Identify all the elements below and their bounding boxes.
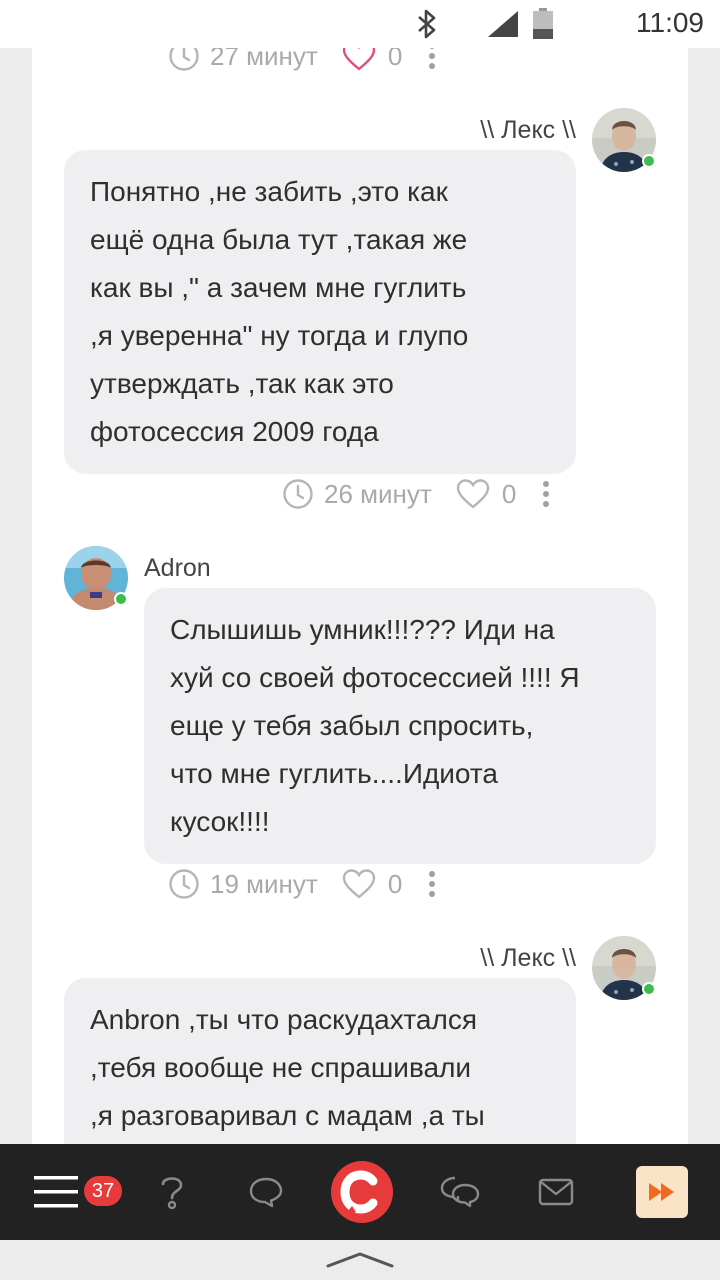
comment-text-line: утверждать ,так как это bbox=[90, 368, 394, 399]
online-indicator bbox=[642, 154, 656, 168]
comment-meta: 26 минут 0 bbox=[282, 474, 550, 514]
chat-icon[interactable] bbox=[244, 1172, 288, 1212]
clock-icon bbox=[168, 868, 200, 900]
app-logo[interactable] bbox=[330, 1160, 394, 1224]
comment-text-line: как вы ," а зачем мне гуглить bbox=[90, 272, 467, 303]
comment-text-line: хуй со своей фотосессией !!!! Я bbox=[170, 662, 580, 693]
bottom-sheet-handle[interactable] bbox=[0, 1240, 720, 1280]
comment-text-line: Anbron ,ты что раскудахтался bbox=[90, 1004, 477, 1035]
help-icon[interactable] bbox=[152, 1172, 192, 1212]
menu-icon[interactable] bbox=[32, 1170, 80, 1214]
status-bar: 11:09 bbox=[0, 0, 720, 48]
comment-text-line: ,я уверенна" ну тогда и глупо bbox=[90, 320, 469, 351]
comment-text-line: фотосессия 2009 года bbox=[90, 416, 379, 447]
online-indicator bbox=[642, 982, 656, 996]
signal-icon bbox=[486, 10, 520, 42]
clock-icon bbox=[282, 478, 314, 510]
avatar[interactable] bbox=[592, 108, 656, 172]
online-indicator bbox=[114, 592, 128, 606]
comment-time: 26 минут bbox=[324, 478, 432, 509]
comment-text-line: что мне гуглить....Идиота bbox=[170, 758, 498, 789]
comment-time: 19 минут bbox=[210, 868, 318, 899]
comment-text-line: ещё одна была тут ,такая же bbox=[90, 224, 468, 255]
mail-icon[interactable] bbox=[534, 1174, 578, 1210]
comment-bubble: Слышишь умник!!!??? Иди на хуй со своей … bbox=[144, 588, 656, 864]
heart-icon[interactable] bbox=[456, 479, 490, 509]
comment-author[interactable]: \\ Лекс \\ bbox=[480, 116, 576, 145]
comment-text-line: еще у тебя забыл спросить, bbox=[170, 710, 534, 741]
bluetooth-icon bbox=[414, 8, 440, 44]
messages-icon[interactable] bbox=[436, 1172, 484, 1212]
clock: 11:09 bbox=[636, 7, 704, 38]
comment-author[interactable]: \\ Лекс \\ bbox=[480, 944, 576, 973]
chevron-up-icon[interactable] bbox=[324, 1250, 396, 1270]
heart-icon[interactable] bbox=[342, 869, 376, 899]
fast-forward-icon[interactable] bbox=[636, 1166, 688, 1218]
comment-text-line: ,тебя вообще не спрашивали bbox=[90, 1052, 472, 1083]
comments-feed[interactable]: 27 минут 0 \\ Лекс \\ Понятно ,не забить… bbox=[32, 0, 688, 1280]
more-options-icon[interactable] bbox=[542, 480, 550, 508]
like-count: 0 bbox=[387, 868, 403, 899]
comment-text-line: кусок!!!! bbox=[170, 806, 270, 837]
comment-bubble: Понятно ,не забить ,это как ещё одна был… bbox=[64, 150, 576, 474]
avatar[interactable] bbox=[592, 936, 656, 1000]
comment-text-line: ,я разговаривал с мадам ,а ты bbox=[90, 1100, 485, 1131]
avatar[interactable] bbox=[64, 546, 128, 610]
comment-text-line: Понятно ,не забить ,это как bbox=[90, 176, 448, 207]
comment-meta: 19 минут 0 bbox=[168, 864, 436, 904]
bottom-navigation: 37 bbox=[0, 1144, 720, 1240]
comment-text-line: Слышишь умник!!!??? Иди на bbox=[170, 614, 555, 645]
like-count: 0 bbox=[501, 478, 517, 509]
battery-icon bbox=[532, 8, 554, 44]
more-options-icon[interactable] bbox=[428, 870, 436, 898]
comment-author[interactable]: Adron bbox=[144, 554, 211, 583]
notification-badge: 37 bbox=[84, 1176, 122, 1206]
